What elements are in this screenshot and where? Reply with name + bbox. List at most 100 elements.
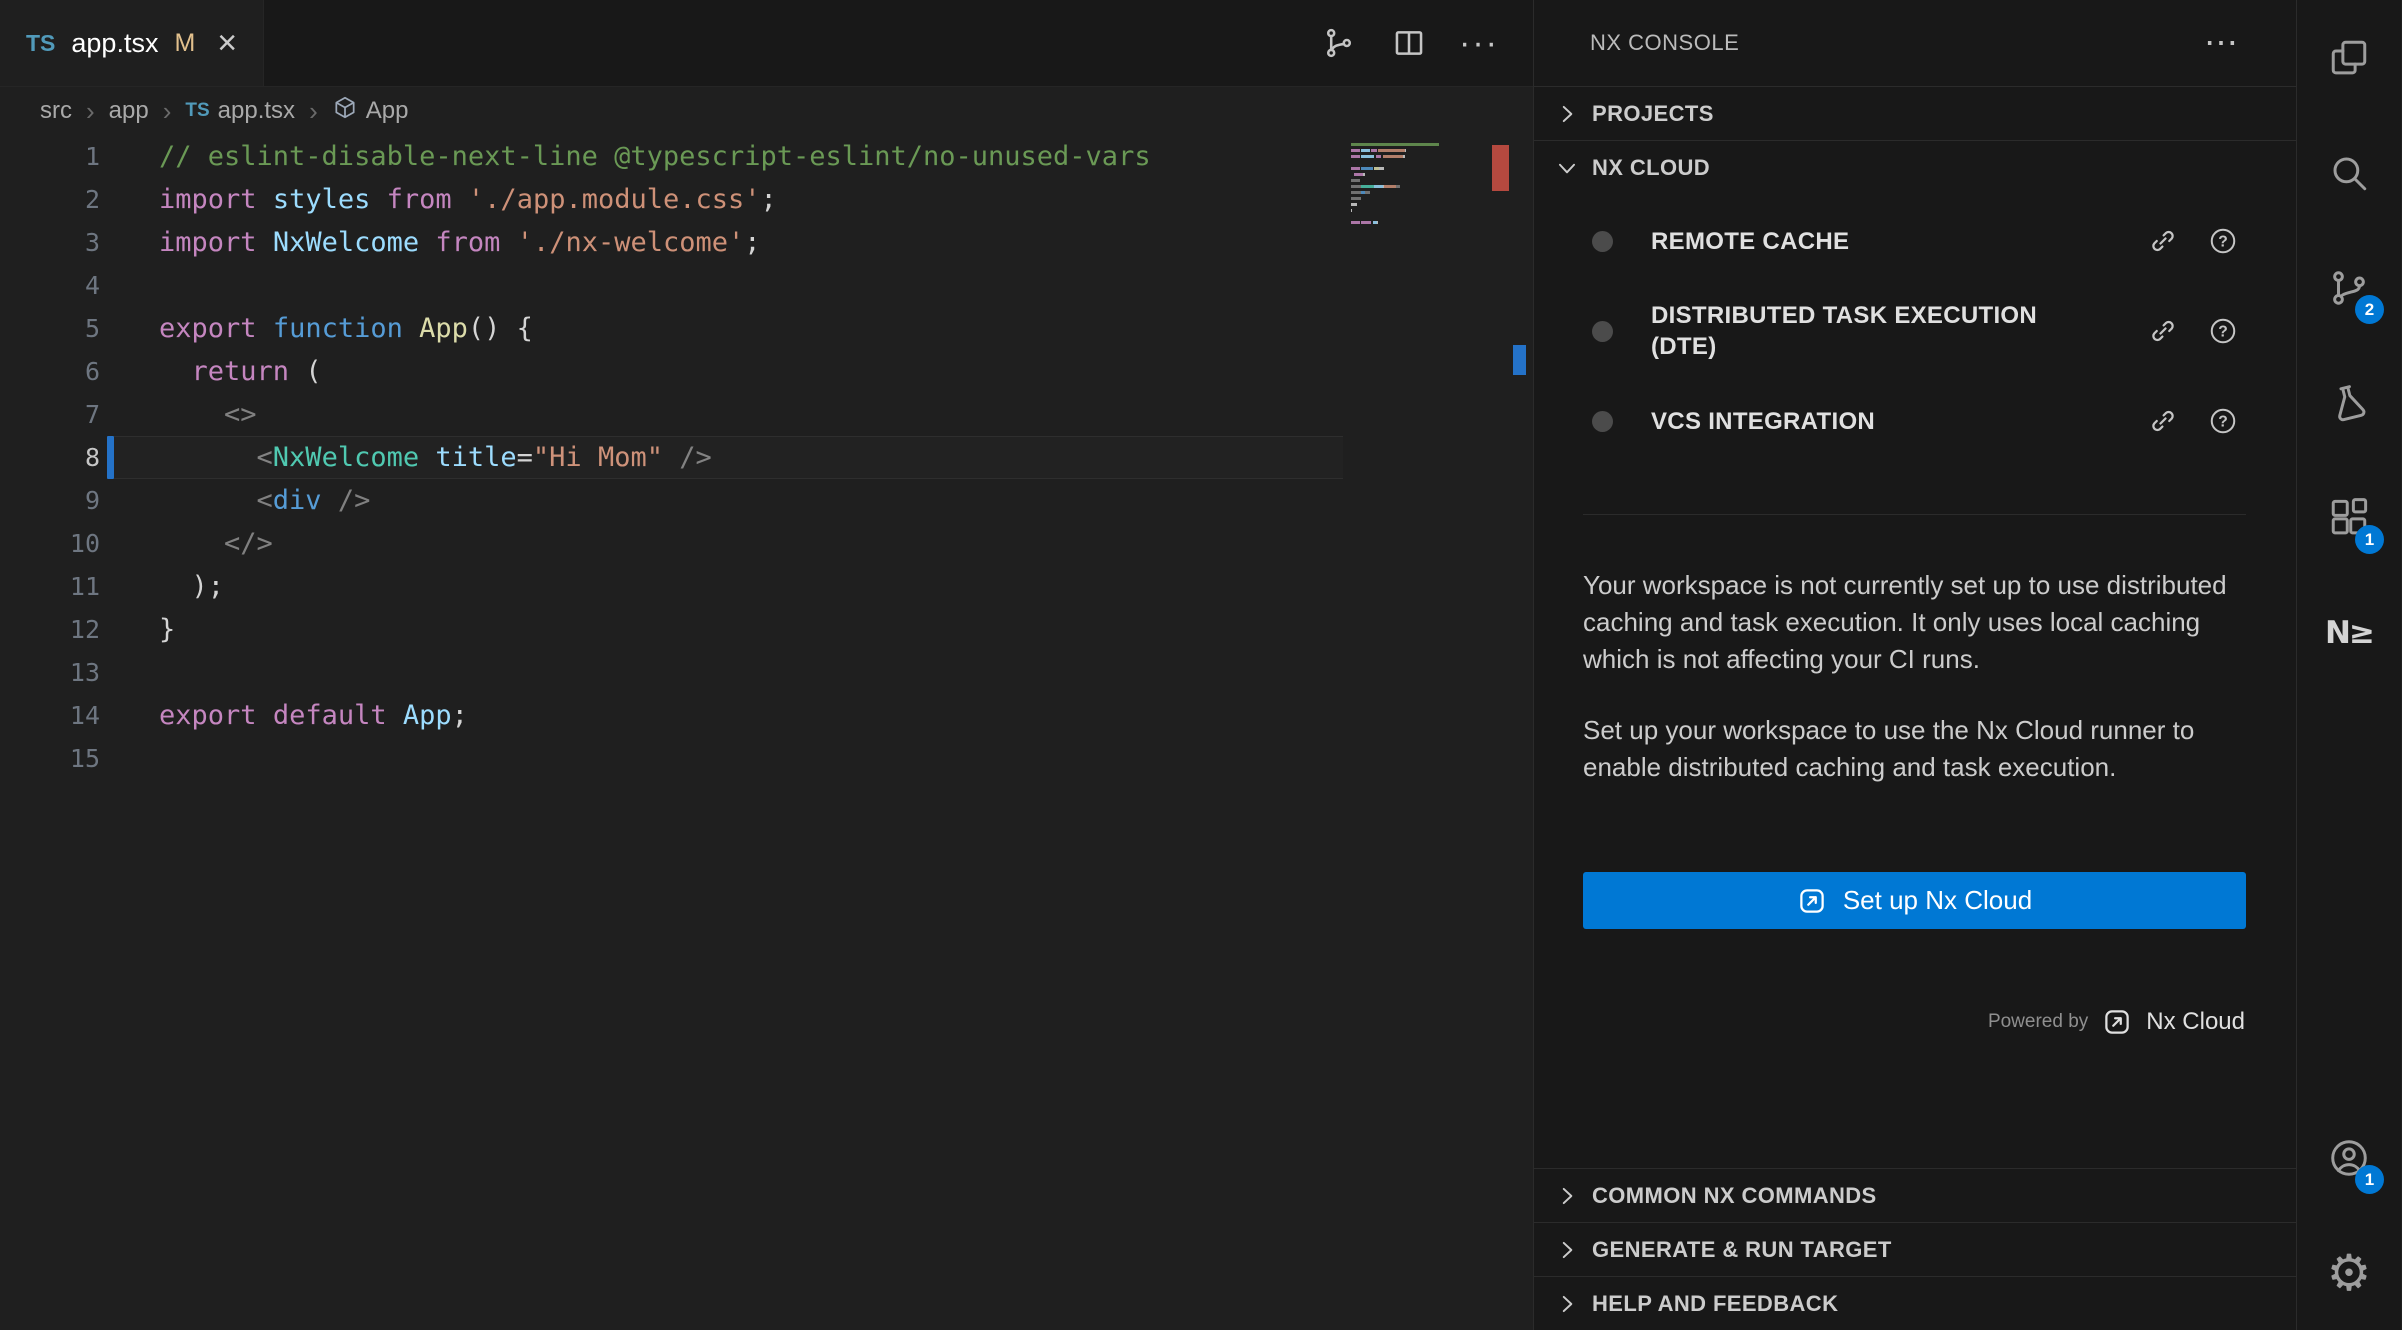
help-icon[interactable]: ? [2208, 406, 2238, 436]
code-line[interactable]: 12} [0, 608, 1533, 651]
section-generate-run-target[interactable]: GENERATE & RUN TARGET [1534, 1222, 2296, 1276]
svg-text:?: ? [2218, 324, 2228, 341]
powered-by-brand: Nx Cloud [2146, 1008, 2245, 1036]
code-line[interactable]: 2 import styles from './app.module.css'; [0, 178, 1533, 221]
modified-gutter-marker [100, 350, 114, 393]
nx-cloud-feature[interactable]: VCS INTEGRATION ? [1534, 376, 2296, 466]
settings-gear-icon[interactable]: ⚙ [2297, 1215, 2401, 1330]
chevron-right-icon [1554, 101, 1580, 127]
nx-cloud-feature[interactable]: DISTRIBUTED TASK EXECUTION (DTE) ? [1534, 286, 2296, 376]
tab-app-tsx[interactable]: TS app.tsx M × [0, 0, 264, 86]
breadcrumb-item-app[interactable]: app [109, 97, 149, 125]
code-line[interactable]: 8 <NxWelcome title="Hi Mom" /> [0, 436, 1533, 479]
extensions-icon[interactable]: 1 [2297, 460, 2401, 575]
section-label: HELP AND FEEDBACK [1592, 1291, 1838, 1317]
nx-cloud-logo-icon [1797, 886, 1827, 916]
breadcrumb: src › app › TS app.tsx › App [0, 87, 1533, 135]
symbol-cube-icon [332, 95, 358, 128]
powered-by: Powered by Nx Cloud [1534, 1007, 2245, 1037]
code-editor[interactable]: 1// eslint-disable-next-line @typescript… [0, 135, 1533, 1330]
code-line[interactable]: 9 <div /> [0, 479, 1533, 522]
feature-label: DISTRIBUTED TASK EXECUTION (DTE) [1651, 300, 2081, 362]
powered-by-label: Powered by [1988, 1011, 2088, 1033]
typescript-file-icon: TS [185, 100, 209, 122]
more-actions-icon[interactable]: ··· [1459, 23, 1499, 63]
setup-nx-cloud-button[interactable]: Set up Nx Cloud [1583, 872, 2246, 929]
modified-gutter-marker [100, 737, 114, 780]
code-text: export default App; [159, 700, 468, 731]
extensions-badge: 1 [2355, 525, 2384, 554]
explorer-icon[interactable] [2297, 0, 2401, 115]
code-line[interactable]: 3import NxWelcome from './nx-welcome'; [0, 221, 1533, 264]
code-text: } [159, 614, 175, 645]
code-line[interactable]: 14export default App; [0, 694, 1533, 737]
code-line[interactable]: 15 [0, 737, 1533, 780]
activity-bar-bottom: 1 ⚙ [2297, 1100, 2401, 1330]
breadcrumb-item-symbol-app[interactable]: App [332, 95, 409, 128]
nx-console-icon[interactable]: N≥ [2297, 575, 2401, 690]
accounts-badge: 1 [2355, 1165, 2384, 1194]
code-line[interactable]: 5 export function App() { [0, 307, 1533, 350]
chevron-right-icon [1554, 1237, 1580, 1263]
chevron-right-icon: › [163, 96, 172, 127]
code-line[interactable]: 7 <> [0, 393, 1533, 436]
feature-label: VCS INTEGRATION [1651, 406, 1875, 437]
code-line[interactable]: 1// eslint-disable-next-line @typescript… [0, 135, 1533, 178]
typescript-file-icon: TS [26, 30, 55, 57]
code-line[interactable]: 10 </> [0, 522, 1533, 565]
connect-icon[interactable] [2148, 226, 2178, 256]
section-projects[interactable]: PROJECTS [1534, 86, 2296, 140]
code-text: export function App() { [159, 313, 533, 344]
close-tab-icon[interactable]: × [217, 26, 237, 60]
gear-glyph: ⚙ [2327, 1244, 2372, 1302]
split-editor-icon[interactable] [1389, 23, 1429, 63]
testing-icon[interactable] [2297, 345, 2401, 460]
line-number: 5 [0, 314, 100, 343]
section-common-nx-commands[interactable]: COMMON NX COMMANDS [1534, 1168, 2296, 1222]
chevron-down-icon [1554, 155, 1580, 181]
section-nx-cloud[interactable]: NX CLOUD [1534, 140, 2296, 194]
breadcrumb-label: app [109, 97, 149, 125]
svg-text:?: ? [2218, 414, 2228, 431]
nx-cloud-description-1: Your workspace is not currently set up t… [1583, 567, 2246, 678]
help-icon[interactable]: ? [2208, 226, 2238, 256]
panel-more-actions-icon[interactable]: ⋯ [2204, 23, 2240, 63]
modified-gutter-marker [100, 393, 114, 436]
line-number: 10 [0, 529, 100, 558]
connect-icon[interactable] [2148, 406, 2178, 436]
modified-gutter-marker [107, 436, 114, 479]
help-icon[interactable]: ? [2208, 316, 2238, 346]
breadcrumb-item-src[interactable]: src [40, 97, 72, 125]
modified-gutter-marker [100, 565, 114, 608]
modified-gutter-marker [100, 221, 114, 264]
source-control-graph-icon[interactable] [1319, 23, 1359, 63]
search-icon[interactable] [2297, 115, 2401, 230]
panel-header: NX CONSOLE ⋯ [1534, 0, 2296, 86]
minimap[interactable] [1351, 143, 1503, 233]
nx-cloud-content: REMOTE CACHE ? DISTRIBUTED TASK EXECUTIO… [1534, 194, 2296, 1330]
code-line[interactable]: 4 [0, 264, 1533, 307]
vscode-window: TS app.tsx M × ··· [0, 0, 2402, 1330]
breadcrumb-item-file[interactable]: TS app.tsx [185, 97, 295, 125]
modified-badge: M [174, 29, 195, 58]
setup-button-label: Set up Nx Cloud [1843, 885, 2032, 916]
modified-gutter-marker [100, 264, 114, 307]
line-number: 2 [0, 185, 100, 214]
section-help-and-feedback[interactable]: HELP AND FEEDBACK [1534, 1276, 2296, 1330]
nx-cloud-logo-icon [2102, 1007, 2132, 1037]
code-line[interactable]: 11 ); [0, 565, 1533, 608]
code-text: import styles from './app.module.css'; [159, 184, 777, 215]
code-line[interactable]: 13 [0, 651, 1533, 694]
nx-cloud-feature[interactable]: REMOTE CACHE ? [1534, 196, 2296, 286]
modified-gutter-marker [100, 135, 114, 178]
divider [1583, 514, 2246, 515]
line-number: 15 [0, 744, 100, 773]
code-lines: 1// eslint-disable-next-line @typescript… [0, 135, 1533, 780]
source-control-icon[interactable]: 2 [2297, 230, 2401, 345]
chevron-right-icon: › [86, 96, 95, 127]
code-text: </> [159, 528, 273, 559]
tab-label: app.tsx [71, 28, 158, 59]
accounts-icon[interactable]: 1 [2297, 1100, 2401, 1215]
connect-icon[interactable] [2148, 316, 2178, 346]
code-line[interactable]: 6 return ( [0, 350, 1533, 393]
